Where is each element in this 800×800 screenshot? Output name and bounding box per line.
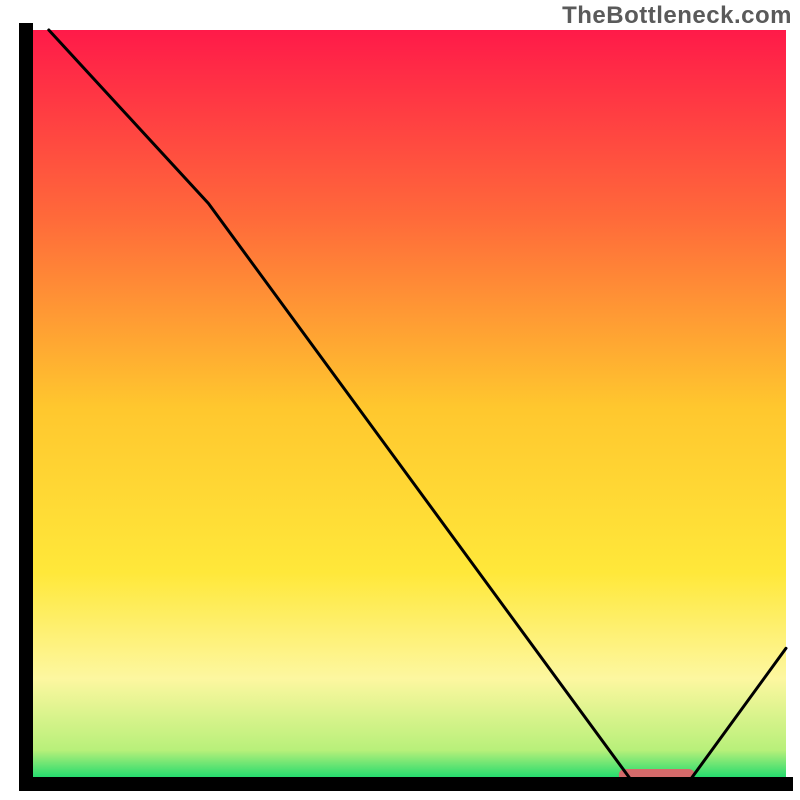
- watermark-text: TheBottleneck.com: [562, 2, 792, 30]
- chart-container: TheBottleneck.com: [0, 0, 800, 800]
- bottleneck-chart: [0, 0, 800, 800]
